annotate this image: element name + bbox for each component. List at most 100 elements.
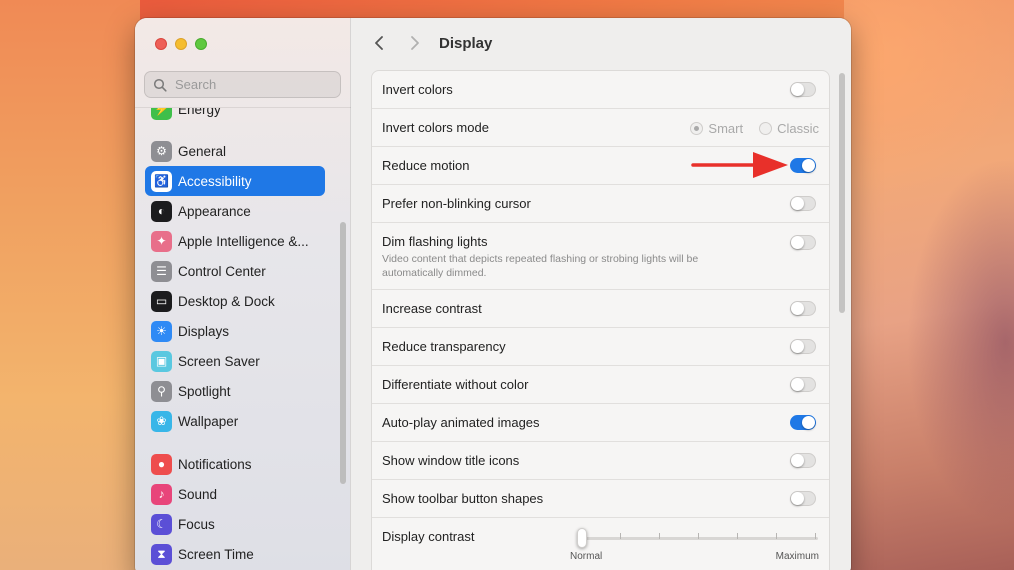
increase-contrast-label: Increase contrast xyxy=(382,301,482,316)
minimize-window-button[interactable] xyxy=(175,38,187,50)
main-scrollbar[interactable] xyxy=(839,73,845,313)
sidebar-item-gear[interactable]: ⚙ General xyxy=(145,136,325,166)
dim-flashing-toggle[interactable] xyxy=(790,235,816,250)
increase-contrast-toggle[interactable] xyxy=(790,301,816,316)
focus-icon: ☾ xyxy=(151,513,172,535)
wallpaper-right xyxy=(844,0,1014,570)
toolbar: Display xyxy=(351,18,851,70)
search-field[interactable] xyxy=(144,71,341,98)
row-non-blinking-cursor: Prefer non-blinking cursor xyxy=(372,185,829,223)
energy-icon: ⚡ xyxy=(151,108,172,120)
sidebar-item-label: General xyxy=(178,143,227,159)
display-contrast-slider-track[interactable] xyxy=(582,537,818,540)
sidebar-item-label: Screen Time xyxy=(178,546,254,562)
non-blinking-cursor-toggle[interactable] xyxy=(790,196,816,211)
sidebar-item-screen-saver[interactable]: ▣ Screen Saver xyxy=(145,346,325,376)
dim-flashing-description: Video content that depicts repeated flas… xyxy=(382,253,699,279)
gear-icon: ⚙ xyxy=(151,140,172,162)
screen-time-icon: ⧗ xyxy=(151,543,172,565)
row-differentiate-color: Differentiate without color xyxy=(372,366,829,404)
sidebar-item-focus[interactable]: ☾ Focus xyxy=(145,509,325,539)
sidebar-item-accessibility[interactable]: ♿ Accessibility xyxy=(145,166,325,196)
sidebar-item-label: Appearance xyxy=(178,203,251,219)
invert-colors-toggle[interactable] xyxy=(790,82,816,97)
dim-flashing-text: Dim flashing lights Video content that d… xyxy=(382,223,752,280)
window-title-icons-toggle[interactable] xyxy=(790,453,816,468)
sidebar-item-label: Control Center xyxy=(178,263,266,279)
slider-tick xyxy=(737,533,738,539)
slider-min-label: Normal xyxy=(570,551,603,562)
sidebar-item-label: Screen Saver xyxy=(178,353,260,369)
slider-tick xyxy=(620,533,621,539)
chevron-left-icon xyxy=(375,36,383,50)
row-display-contrast: Display contrast Normal Maximum xyxy=(372,518,829,570)
sidebar-item-label: Notifications xyxy=(178,456,252,472)
row-invert-colors: Invert colors xyxy=(372,71,829,109)
non-blinking-cursor-label: Prefer non-blinking cursor xyxy=(382,196,531,211)
sidebar: ⚡ Energy ⚙ General ♿ Accessibility ◐ Appearance… xyxy=(135,18,351,570)
slider-max-label: Maximum xyxy=(775,551,819,562)
sidebar-item-label: Accessibility xyxy=(178,173,252,189)
sidebar-item-label: Displays xyxy=(178,323,230,339)
notifications-icon: ● xyxy=(151,453,172,475)
autoplay-images-label: Auto-play animated images xyxy=(382,415,540,430)
forward-button[interactable] xyxy=(402,30,428,56)
sidebar-item-sound[interactable]: ♪ Sound xyxy=(145,479,325,509)
sidebar-item-screen-time[interactable]: ⧗ Screen Time xyxy=(145,539,325,569)
search-input[interactable] xyxy=(175,77,335,92)
apple-intelligence-icon: ✦ xyxy=(151,230,172,252)
reduce-motion-toggle[interactable] xyxy=(790,158,816,173)
sidebar-item-wallpaper[interactable]: ❀ Wallpaper xyxy=(145,406,325,436)
sidebar-item-desktop-dock[interactable]: ▭ Desktop & Dock xyxy=(145,286,325,316)
sidebar-item-label: Wallpaper xyxy=(178,413,239,429)
differentiate-color-toggle[interactable] xyxy=(790,377,816,392)
reduce-transparency-toggle[interactable] xyxy=(790,339,816,354)
wallpaper-icon: ❀ xyxy=(151,410,172,432)
invert-colors-label: Invert colors xyxy=(382,82,453,97)
screen-saver-icon: ▣ xyxy=(151,350,172,372)
sidebar-item-energy[interactable]: ⚡ Energy xyxy=(145,108,325,124)
displays-icon: ☀ xyxy=(151,320,172,342)
sidebar-item-notifications[interactable]: ● Notifications xyxy=(145,449,325,479)
zoom-window-button[interactable] xyxy=(195,38,207,50)
sidebar-item-label: Apple Intelligence &... xyxy=(178,233,309,249)
row-window-title-icons: Show window title icons xyxy=(372,442,829,480)
display-contrast-label: Display contrast xyxy=(382,529,475,544)
slider-tick xyxy=(776,533,777,539)
settings-card: Invert colors Invert colors mode Smart C… xyxy=(371,70,830,570)
sidebar-item-label: Energy xyxy=(178,108,221,117)
control-center-icon: ☰ xyxy=(151,260,172,282)
autoplay-images-toggle[interactable] xyxy=(790,415,816,430)
page-title: Display xyxy=(439,35,493,52)
differentiate-color-label: Differentiate without color xyxy=(382,377,529,392)
sidebar-item-displays[interactable]: ☀ Displays xyxy=(145,316,325,346)
radio-classic-circle xyxy=(759,122,773,135)
annotation-arrow-icon xyxy=(691,152,788,178)
back-button[interactable] xyxy=(366,30,392,56)
main-pane: Display Invert colors Invert colors mode… xyxy=(351,18,851,570)
invert-mode-radio-group: Smart Classic xyxy=(690,121,819,136)
radio-smart[interactable]: Smart xyxy=(690,121,743,136)
slider-tick xyxy=(815,533,816,539)
close-window-button[interactable] xyxy=(155,38,167,50)
desktop-dock-icon: ▭ xyxy=(151,290,172,312)
sidebar-item-spotlight[interactable]: ⚲ Spotlight xyxy=(145,376,325,406)
toolbar-button-shapes-toggle[interactable] xyxy=(790,491,816,506)
accessibility-icon: ♿ xyxy=(151,170,172,192)
dim-flashing-label: Dim flashing lights xyxy=(382,234,488,249)
display-contrast-slider-thumb[interactable] xyxy=(577,528,587,548)
row-invert-colors-mode: Invert colors mode Smart Classic xyxy=(372,109,829,147)
row-autoplay-images: Auto-play animated images xyxy=(372,404,829,442)
sidebar-scrollbar[interactable] xyxy=(340,222,346,484)
radio-smart-circle xyxy=(690,122,704,135)
sidebar-item-appearance[interactable]: ◐ Appearance xyxy=(145,196,325,226)
radio-classic[interactable]: Classic xyxy=(759,121,819,136)
chevron-right-icon xyxy=(411,36,419,50)
radio-smart-label: Smart xyxy=(708,121,744,136)
slider-tick xyxy=(659,533,660,539)
slider-tick xyxy=(698,533,699,539)
sidebar-item-control-center[interactable]: ☰ Control Center xyxy=(145,256,325,286)
sidebar-list: ⚡ Energy ⚙ General ♿ Accessibility ◐ Appearance… xyxy=(135,108,351,570)
appearance-icon: ◐ xyxy=(151,200,172,222)
sidebar-item-apple-intelligence[interactable]: ✦ Apple Intelligence &... xyxy=(145,226,325,256)
